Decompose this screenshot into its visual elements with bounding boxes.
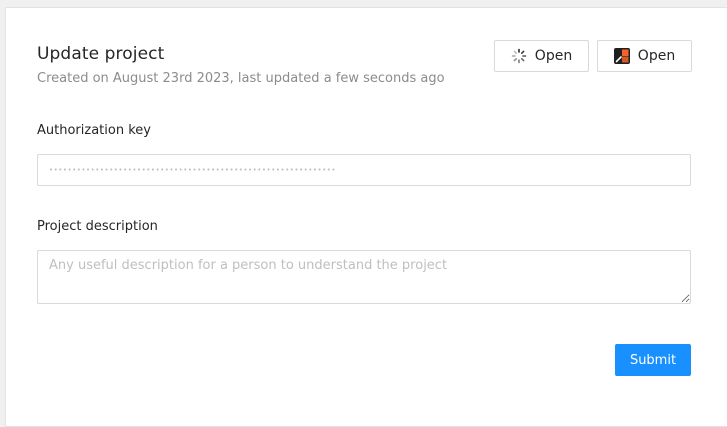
page-title: Update project <box>37 44 165 64</box>
app-logo-icon <box>613 48 630 64</box>
open-button-primary[interactable]: Open <box>494 40 589 72</box>
open-button-secondary-label: Open <box>637 48 676 64</box>
authorization-key-input[interactable]: ••••••••••••••••••••••••••••••••••••••••… <box>37 154 691 186</box>
page-subtitle: Created on August 23rd 2023, last update… <box>37 71 445 86</box>
project-description-label: Project description <box>37 219 158 234</box>
open-button-primary-label: Open <box>534 48 573 64</box>
open-button-secondary[interactable]: Open <box>597 40 692 72</box>
loading-spinner-icon <box>511 48 527 64</box>
submit-button[interactable]: Submit <box>615 344 691 376</box>
authorization-key-label: Authorization key <box>37 123 151 138</box>
project-description-textarea[interactable] <box>37 250 691 304</box>
